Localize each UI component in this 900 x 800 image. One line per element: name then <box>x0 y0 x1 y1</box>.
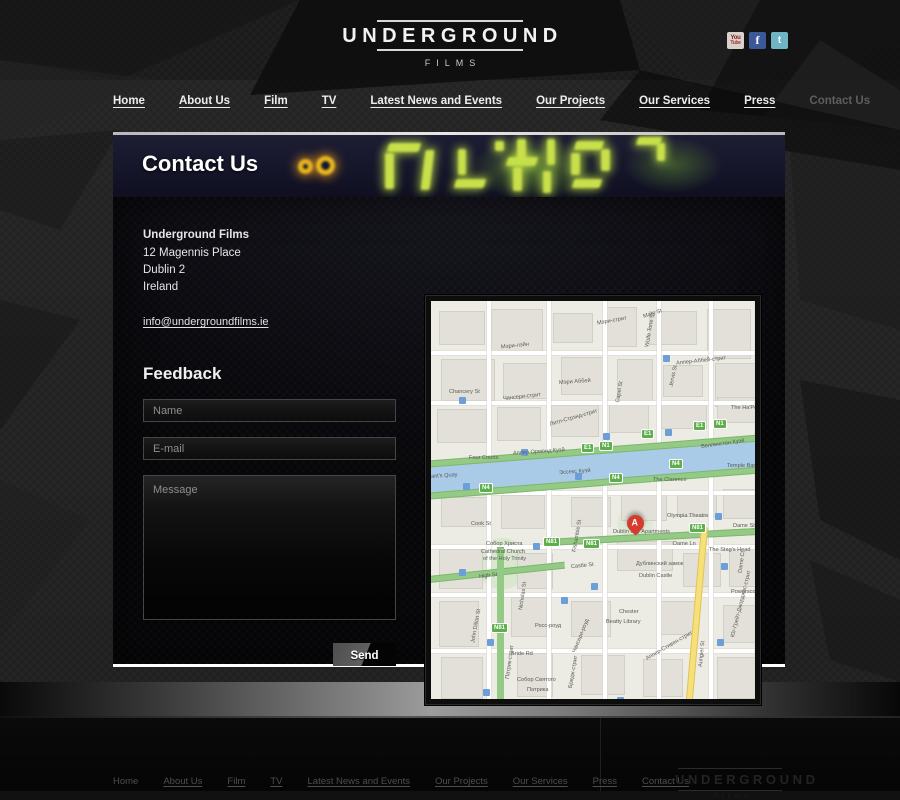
map-route-shield: N4 <box>479 483 493 493</box>
map-street-label: Дублинский замок <box>636 561 684 567</box>
map-street-label: Dame Ln <box>673 541 696 547</box>
map-route-shield: N81 <box>689 523 707 533</box>
map-street-label: of the Holy Trinity <box>483 556 527 562</box>
map-street-label: Beatty Library <box>606 619 641 625</box>
site-header: UNDERGROUND FILMS You Tube f t <box>0 0 900 80</box>
map-street-label: Four Courts <box>469 455 499 461</box>
map-street-label: Росс-роуд <box>535 623 562 629</box>
map-street-label: Dublin Castle <box>639 573 673 579</box>
map-street-label: Патрика <box>527 687 549 693</box>
logo-rule-bottom <box>377 49 523 51</box>
map-route-shield: N1 <box>599 441 613 451</box>
site-footer: Home About Us Film TV Latest News and Ev… <box>0 718 900 800</box>
nav-item-home[interactable]: Home <box>113 95 145 107</box>
map-route-shield: N1 <box>713 419 727 429</box>
content-panel: Contact Us Underground Films 12 Magennis… <box>113 132 785 705</box>
footer-navigation: Home About Us Film TV Latest News and Ev… <box>113 776 714 787</box>
contact-city: Dublin 2 <box>143 264 186 276</box>
youtube-icon-sublabel: Tube <box>730 39 741 46</box>
map-street-label: Powerscourt Townhouse Centre <box>731 589 755 595</box>
social-links: You Tube f t <box>727 32 788 49</box>
facebook-icon[interactable]: f <box>749 32 766 49</box>
nav-item-our-projects[interactable]: Our Projects <box>536 95 605 107</box>
map-route-shield: E1 <box>693 421 707 431</box>
youtube-icon[interactable]: You Tube <box>727 32 744 49</box>
contact-street: 12 Magennis Place <box>143 247 241 259</box>
footer-logo[interactable]: UNDERGROUND FILMS <box>670 768 819 800</box>
contact-email-link[interactable]: info@undergroundfilms.ie <box>143 316 269 328</box>
feedback-email-input[interactable] <box>143 437 396 460</box>
page-title: Contact Us <box>142 151 259 176</box>
feedback-name-input[interactable] <box>143 399 396 422</box>
logo-rule-top <box>377 20 523 22</box>
map-street-label: The Clarence <box>653 477 687 483</box>
footer-nav-item-home[interactable]: Home <box>113 776 138 787</box>
page-banner: Contact Us <box>113 135 785 197</box>
footer-nav-item-tv[interactable]: TV <box>270 776 282 787</box>
map-street-label: Собор Христа <box>486 541 523 547</box>
footer-logo-sub-text: FILMS <box>714 794 752 800</box>
logo-sub-text: FILMS <box>424 58 482 68</box>
nav-item-latest-news-and-events[interactable]: Latest News and Events <box>370 95 502 107</box>
map-street-label: Собор Святого <box>517 677 556 683</box>
map-street-label: Olympia Theatre <box>667 513 709 519</box>
facebook-icon-label: f <box>755 33 760 47</box>
map-street-label: Temple Bar <box>727 463 755 469</box>
footer-nav-item-our-projects[interactable]: Our Projects <box>435 776 488 787</box>
map-marker-label: A <box>631 517 639 528</box>
nav-item-our-services[interactable]: Our Services <box>639 95 710 107</box>
send-button[interactable]: Send <box>333 643 396 666</box>
location-map[interactable]: Chancery St Мэри-лэйн Мэри Аббей Чансери-ст… <box>431 301 755 699</box>
map-route-shield: E1 <box>641 429 655 439</box>
footer-nav-item-about-us[interactable]: About Us <box>163 776 202 787</box>
footer-logo-rule-top <box>678 768 782 769</box>
contact-company: Underground Films <box>143 229 250 241</box>
nav-item-film[interactable]: Film <box>264 95 288 107</box>
primary-navigation: Home About Us Film TV Latest News and Ev… <box>0 80 900 122</box>
footer-logo-main-text: UNDERGROUND <box>675 772 819 787</box>
nav-item-about-us[interactable]: About Us <box>179 95 230 107</box>
footer-nav-item-press[interactable]: Press <box>593 776 617 787</box>
map-street-label: Cook St <box>471 521 491 527</box>
logo-main-text: UNDERGROUND <box>342 25 563 47</box>
map-route-shield: E1 <box>581 443 595 453</box>
map-street-label: Dame St <box>733 523 755 529</box>
map-route-shield: N81 <box>543 537 561 547</box>
feedback-heading: Feedback <box>143 364 222 383</box>
twitter-icon[interactable]: t <box>771 32 788 49</box>
nav-item-contact-us[interactable]: Contact Us <box>809 95 870 107</box>
twitter-icon-label: t <box>777 35 782 46</box>
map-route-shield: N81 <box>583 539 601 549</box>
send-button-label: Send <box>350 650 379 662</box>
map-frame: Chancery St Мэри-лэйн Мэри Аббей Чансери-ст… <box>425 295 761 705</box>
site-logo[interactable]: UNDERGROUND FILMS <box>335 20 565 68</box>
nav-item-press[interactable]: Press <box>744 95 775 107</box>
footer-nav-item-latest-news-and-events[interactable]: Latest News and Events <box>308 776 410 787</box>
footer-nav-item-our-services[interactable]: Our Services <box>513 776 568 787</box>
map-route-shield: N4 <box>609 473 623 483</box>
panel-body: Underground Films 12 Magennis Place Dubl… <box>113 197 785 705</box>
send-row: Send <box>143 643 396 666</box>
map-street-label: Cathedral Church <box>481 549 525 555</box>
map-route-shield: N81 <box>491 623 509 633</box>
contact-column: Underground Films 12 Magennis Place Dubl… <box>143 227 413 666</box>
footer-nav-item-film[interactable]: Film <box>227 776 245 787</box>
map-street-label: The Ha'Penny Bridge <box>731 405 755 411</box>
map-route-shield: N4 <box>669 459 683 469</box>
map-street-label: Chester <box>619 609 639 615</box>
nav-item-tv[interactable]: TV <box>322 95 337 107</box>
feedback-message-textarea[interactable] <box>143 475 396 620</box>
contact-country: Ireland <box>143 281 179 293</box>
map-street-label: Chancery St <box>449 389 480 395</box>
